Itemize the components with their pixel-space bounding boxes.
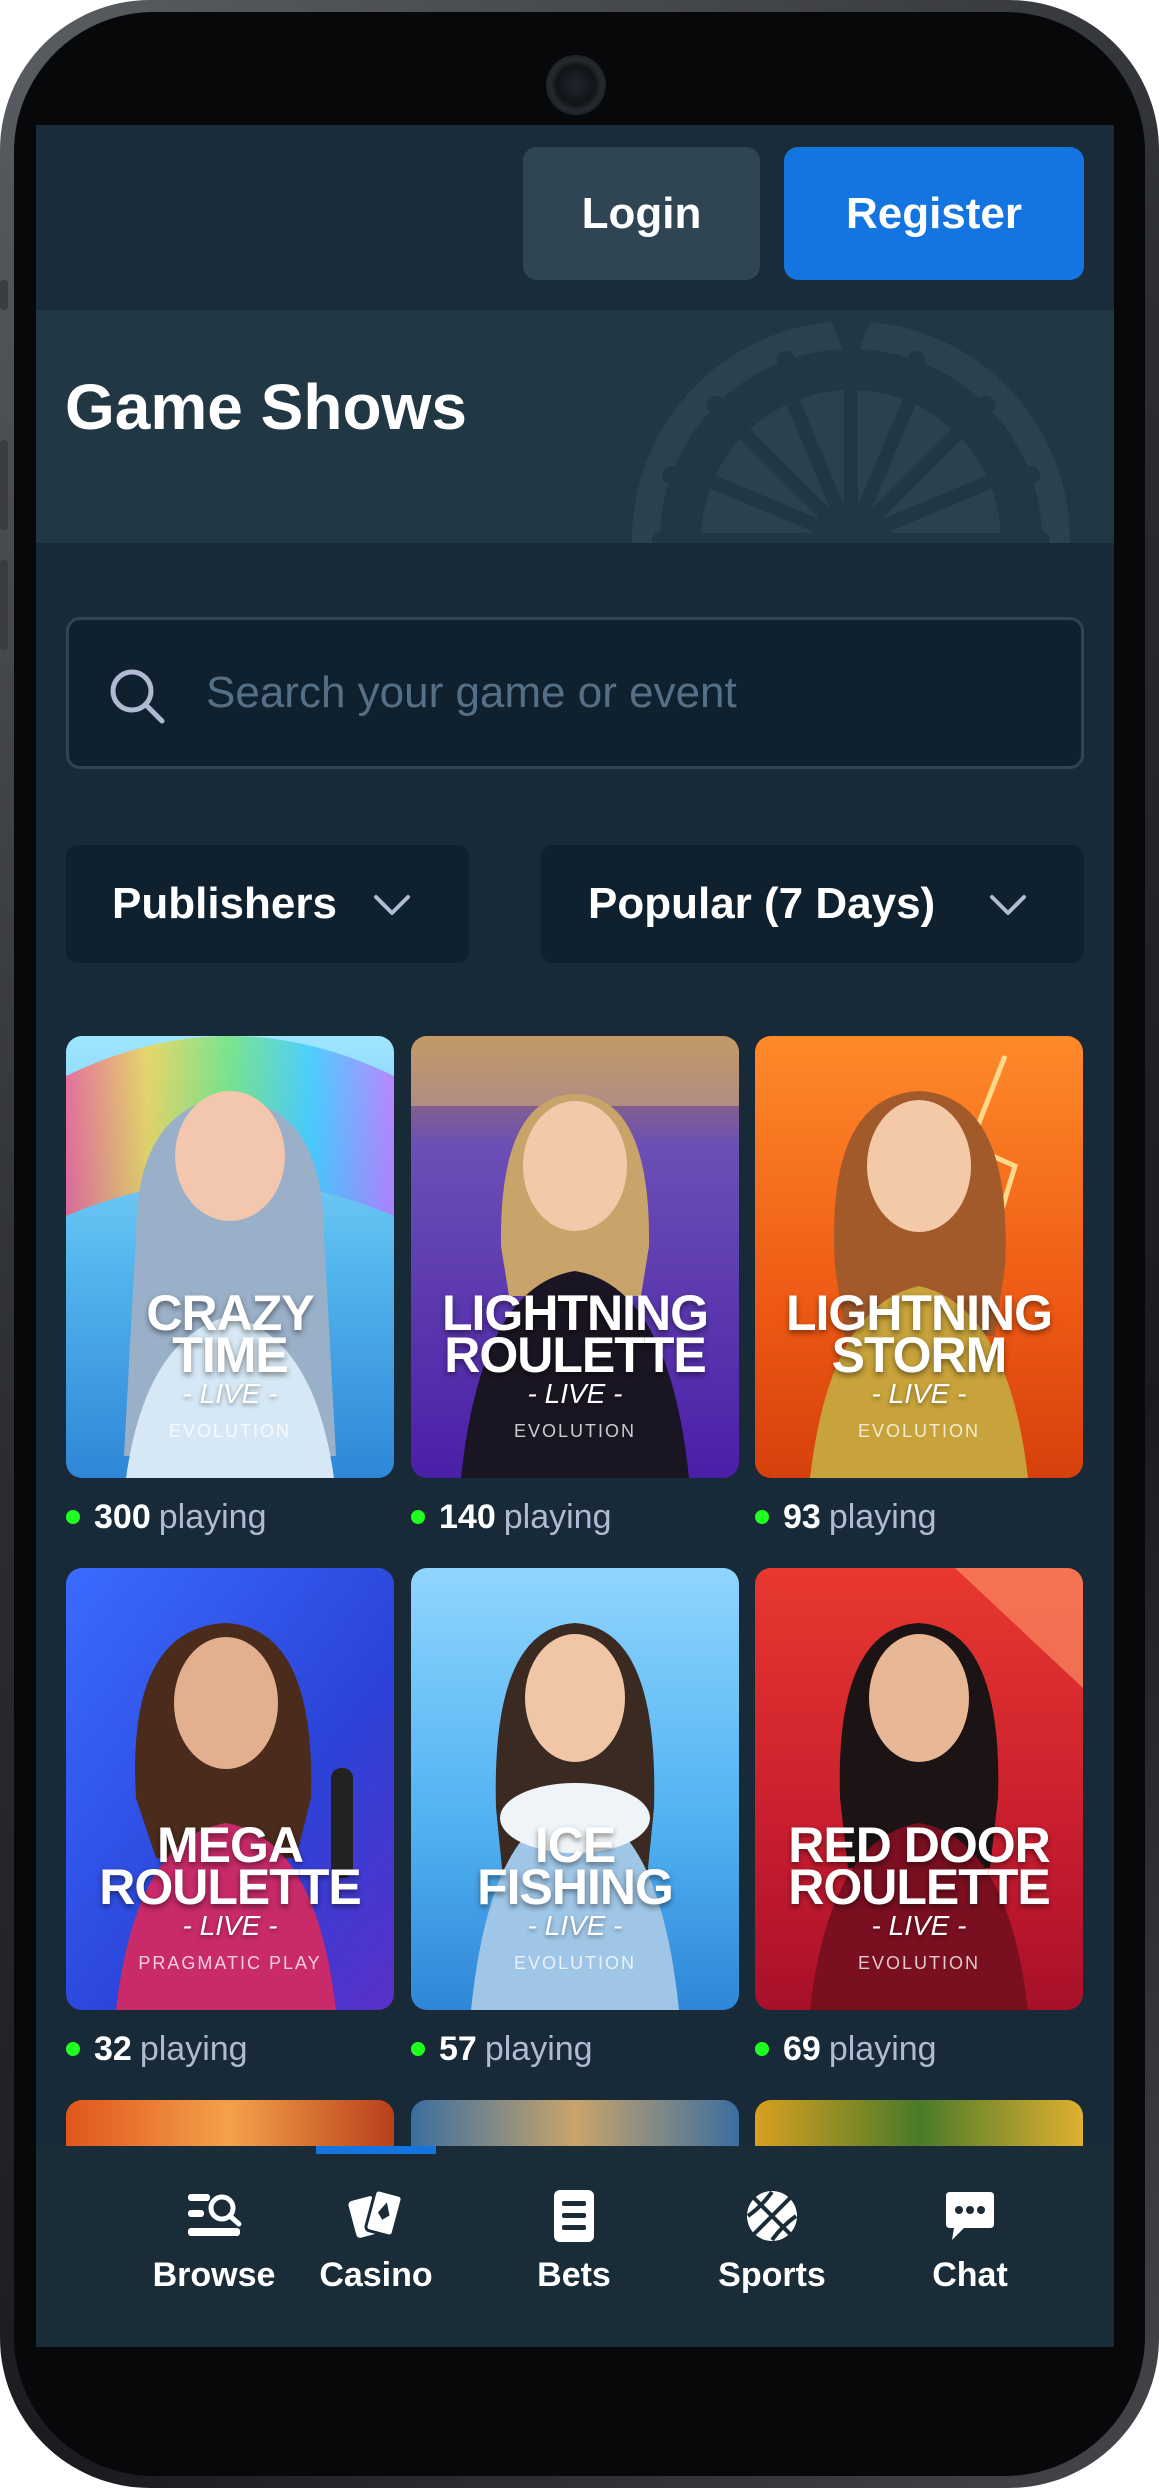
bottom-nav: Browse Casino Bets Sports Chat bbox=[36, 2146, 1114, 2347]
game-subtitle: - LIVE - bbox=[182, 1378, 278, 1409]
game-publisher: EVOLUTION bbox=[513, 1953, 637, 1973]
players-count: 93 playing bbox=[755, 1492, 937, 1542]
game-subtitle: - LIVE - bbox=[527, 1910, 623, 1941]
category-banner: Game Shows bbox=[36, 310, 1114, 543]
online-dot-icon bbox=[411, 1510, 425, 1524]
online-dot-icon bbox=[755, 1510, 769, 1524]
game-thumbnail bbox=[411, 1036, 739, 1478]
bets-slip-icon bbox=[554, 2190, 594, 2242]
wheel-icon bbox=[632, 320, 1070, 543]
casino-cards-icon bbox=[348, 2188, 404, 2238]
game-publisher: EVOLUTION bbox=[513, 1421, 637, 1441]
game-card-red-door-roulette[interactable]: RED DOOR ROULETTE - LIVE - EVOLUTION bbox=[755, 1568, 1083, 2010]
game-title-line: TIME bbox=[172, 1327, 288, 1383]
game-subtitle: - LIVE - bbox=[871, 1378, 967, 1409]
side-button bbox=[0, 280, 8, 310]
game-title-line: STORM bbox=[831, 1327, 1008, 1383]
nav-label: Casino bbox=[319, 2256, 433, 2294]
players-count: 57 playing bbox=[411, 2024, 593, 2074]
sort-dropdown[interactable]: Popular (7 Days) bbox=[541, 845, 1084, 963]
search-input[interactable] bbox=[204, 620, 1064, 766]
login-button[interactable]: Login bbox=[523, 147, 760, 280]
nav-label: Chat bbox=[932, 2256, 1008, 2294]
game-thumbnail bbox=[755, 1036, 1083, 1478]
players-count: 32 playing bbox=[66, 2024, 248, 2074]
logo[interactable] bbox=[76, 180, 376, 260]
online-dot-icon bbox=[66, 2042, 80, 2056]
nav-label: Browse bbox=[152, 2256, 276, 2294]
game-subtitle: - LIVE - bbox=[871, 1910, 967, 1941]
game-subtitle: - LIVE - bbox=[182, 1910, 278, 1941]
online-dot-icon bbox=[411, 2042, 425, 2056]
game-title-line: ROULETTE bbox=[444, 1327, 706, 1383]
game-title-line: ROULETTE bbox=[788, 1859, 1050, 1915]
game-card-mega-roulette[interactable]: MEGA ROULETTE - LIVE - PRAGMATIC PLAY bbox=[66, 1568, 394, 2010]
nav-chat[interactable]: Chat bbox=[880, 2186, 1060, 2316]
register-button[interactable]: Register bbox=[784, 147, 1084, 280]
game-card-lightning-roulette[interactable]: LIGHTNING ROULETTE - LIVE - EVOLUTION bbox=[411, 1036, 739, 1478]
search-icon bbox=[110, 669, 165, 724]
page-title: Game Shows bbox=[65, 371, 467, 443]
side-button bbox=[0, 560, 8, 650]
game-subtitle: - LIVE - bbox=[527, 1378, 623, 1409]
nav-label: Sports bbox=[718, 2256, 826, 2294]
game-thumbnail bbox=[66, 1036, 394, 1478]
publishers-dropdown[interactable]: Publishers bbox=[66, 845, 469, 963]
side-button bbox=[0, 440, 8, 530]
game-publisher: EVOLUTION bbox=[168, 1421, 292, 1441]
nav-bets[interactable]: Bets bbox=[484, 2186, 664, 2316]
players-count: 69 playing bbox=[755, 2024, 937, 2074]
game-thumbnail bbox=[66, 1568, 394, 2010]
game-thumbnail bbox=[755, 1568, 1083, 2010]
game-thumbnail bbox=[411, 1568, 739, 2010]
game-card-ice-fishing[interactable]: ICE FISHING - LIVE - EVOLUTION bbox=[411, 1568, 739, 2010]
sort-label: Popular (7 Days) bbox=[588, 879, 936, 928]
search-box[interactable] bbox=[66, 617, 1084, 769]
nav-label: Bets bbox=[537, 2256, 611, 2294]
players-count: 140 playing bbox=[411, 1492, 611, 1542]
online-dot-icon bbox=[66, 1510, 80, 1524]
game-title-line: FISHING bbox=[477, 1859, 674, 1915]
app-screen: Login Register Game Shows Search your ga… bbox=[36, 125, 1114, 2347]
top-bar: Login Register bbox=[36, 125, 1114, 310]
game-title-line: ROULETTE bbox=[99, 1859, 361, 1915]
chevron-down-icon bbox=[374, 895, 410, 915]
nav-casino[interactable]: Casino bbox=[286, 2186, 466, 2316]
online-dot-icon bbox=[755, 2042, 769, 2056]
front-camera bbox=[546, 55, 606, 115]
basketball-icon bbox=[746, 2190, 798, 2242]
game-publisher: EVOLUTION bbox=[857, 1421, 981, 1441]
players-count: 300 playing bbox=[66, 1492, 266, 1542]
nav-sports[interactable]: Sports bbox=[682, 2186, 862, 2316]
game-card-crazy-time[interactable]: CRAZY TIME - LIVE - EVOLUTION bbox=[66, 1036, 394, 1478]
phone-frame: Login Register Game Shows Search your ga… bbox=[0, 0, 1159, 2488]
active-tab-indicator bbox=[316, 2146, 436, 2154]
browse-icon bbox=[188, 2194, 242, 2236]
game-publisher: EVOLUTION bbox=[857, 1953, 981, 1973]
game-publisher: PRAGMATIC PLAY bbox=[138, 1953, 322, 1973]
game-card-lightning-storm[interactable]: LIGHTNING STORM - LIVE - EVOLUTION bbox=[755, 1036, 1083, 1478]
chat-bubble-icon bbox=[946, 2192, 994, 2240]
publishers-label: Publishers bbox=[112, 879, 337, 928]
chevron-down-icon bbox=[990, 895, 1026, 915]
nav-browse[interactable]: Browse bbox=[124, 2186, 304, 2316]
